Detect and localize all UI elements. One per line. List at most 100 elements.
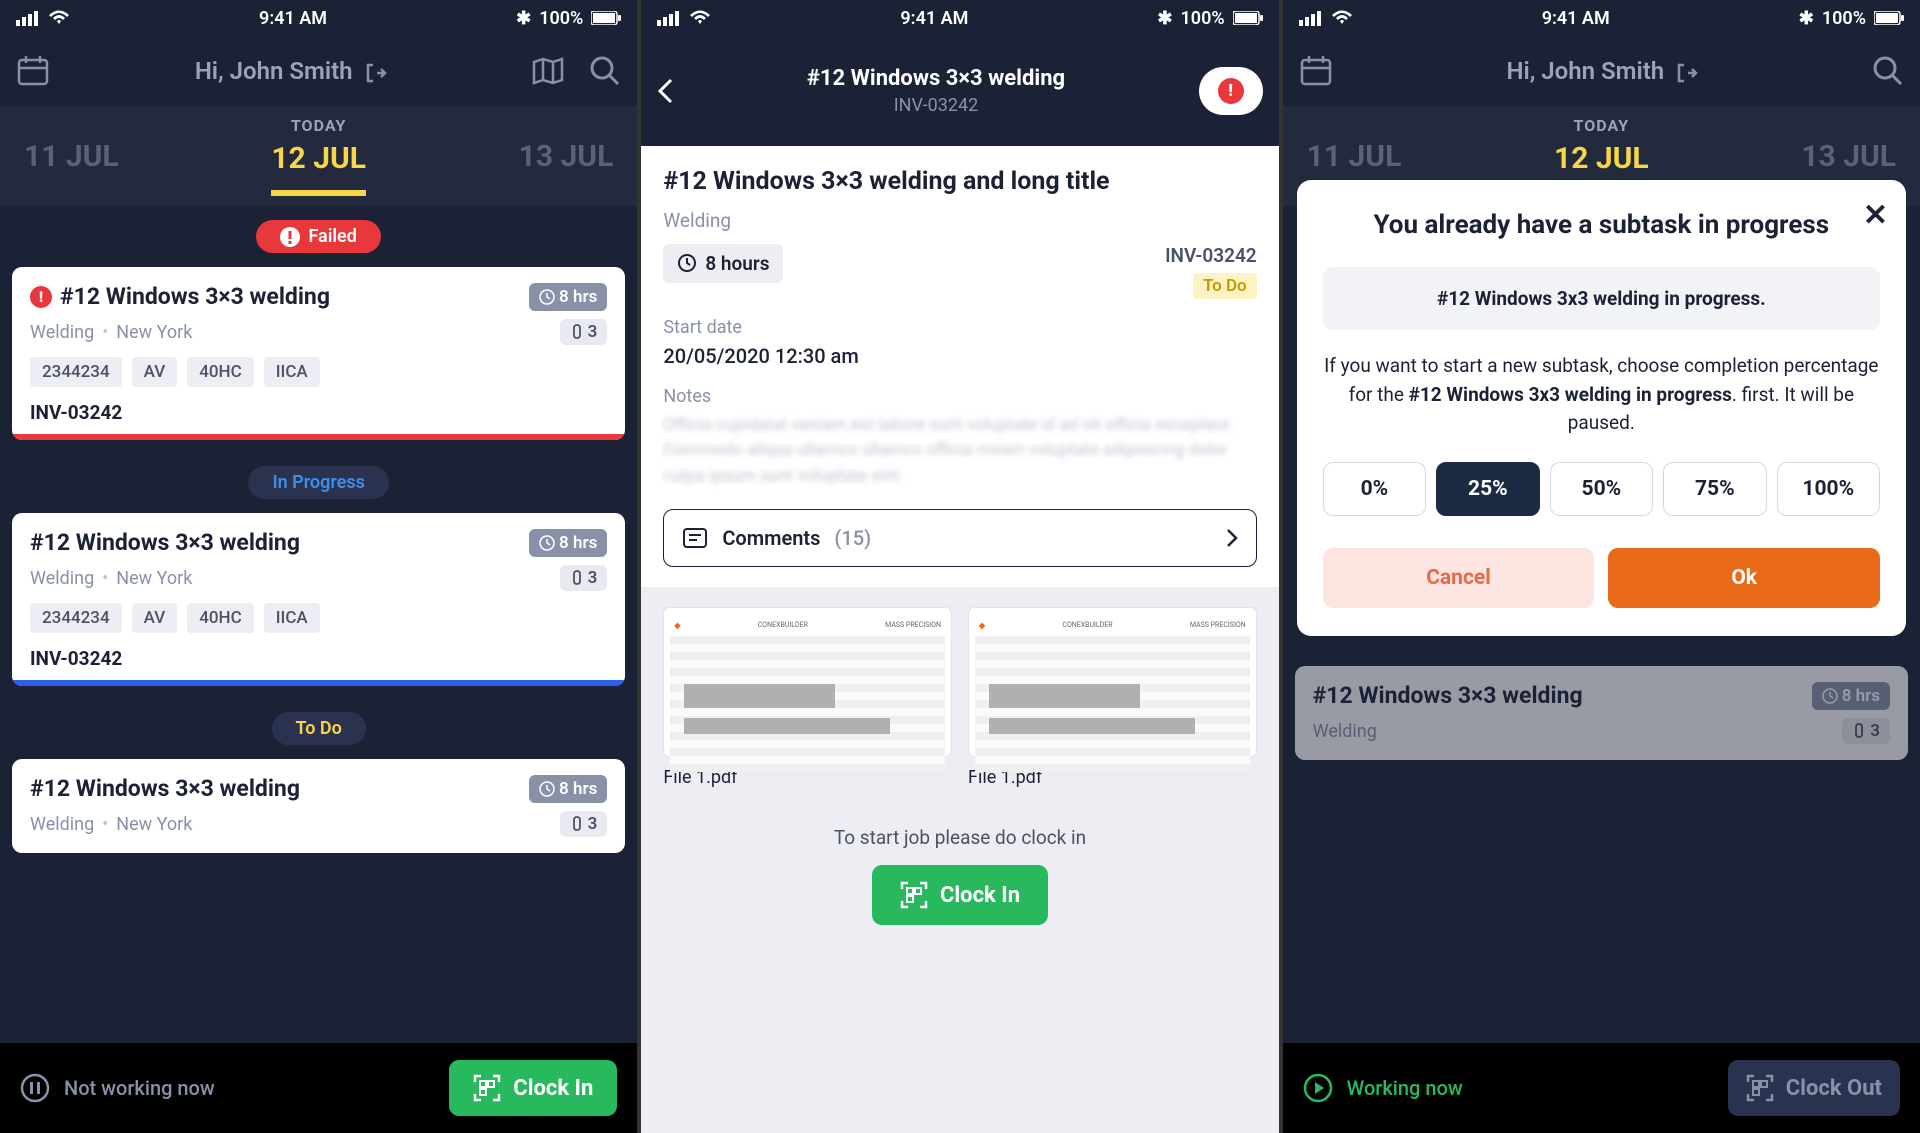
thumb-brand: CONEXBUILDER <box>1062 621 1112 629</box>
bluetooth-icon: ✱ <box>1799 8 1814 29</box>
task-title: #12 Windows 3×3 welding <box>30 775 300 802</box>
todo-label: To Do <box>296 718 342 739</box>
hours-badge: 8 hrs <box>529 283 607 311</box>
search-icon[interactable] <box>1872 55 1904 87</box>
status-left <box>16 10 70 26</box>
app-header: Hi, John Smith <box>0 36 637 106</box>
date-next[interactable]: 13 JUL <box>519 139 614 174</box>
ok-button[interactable]: Ok <box>1608 548 1880 608</box>
files-row: ◆CONEXBUILDERMASS PRECISION File 1.pdf ◆… <box>641 587 1278 808</box>
comments-count: (15) <box>834 526 871 550</box>
task-card-progress[interactable]: #12 Windows 3×3 welding 8 hrs Welding • … <box>12 513 625 686</box>
bottom-bar: Not working now Clock In <box>0 1043 637 1133</box>
attachment-badge: 3 <box>560 811 608 837</box>
battery-icon <box>1233 11 1263 25</box>
detail-body: #12 Windows 3×3 welding and long title W… <box>641 146 1278 587</box>
notes-text: Officia cupidatat veniam est labore sunt… <box>663 413 1256 490</box>
tag: IICA <box>264 357 320 387</box>
att-count: 3 <box>588 568 598 588</box>
file-thumb: ◆CONEXBUILDERMASS PRECISION <box>968 607 1257 757</box>
inv-block: INV-03242 To Do <box>1165 244 1257 299</box>
header-title: #12 Windows 3×3 welding <box>673 66 1198 91</box>
progress-label: In Progress <box>272 472 364 493</box>
file-item[interactable]: ◆CONEXBUILDERMASS PRECISION File 1.pdf <box>663 607 952 788</box>
task-title: #12 Windows 3×3 welding <box>1313 682 1583 709</box>
task-location: New York <box>116 568 192 589</box>
calendar-icon[interactable] <box>16 54 50 88</box>
paperclip-icon <box>570 324 584 340</box>
task-subtitle: Welding • New York 3 <box>30 811 607 837</box>
logout-icon[interactable] <box>1676 62 1698 84</box>
att-count: 3 <box>1870 721 1880 741</box>
app-header: Hi, John Smith <box>1283 36 1920 106</box>
clock-hint: To start job please do clock in <box>663 826 1256 849</box>
battery-pct: 100% <box>1181 8 1225 29</box>
greeting-text: Hi, John Smith <box>1506 57 1664 85</box>
status-time: 9:41 AM <box>259 8 327 29</box>
comments-label: Comments <box>722 526 820 550</box>
date-selector[interactable]: 11 JUL TODAY 12 JUL 13 JUL <box>0 106 637 206</box>
close-icon[interactable]: ✕ <box>1863 198 1888 233</box>
clock-out-button[interactable]: Clock Out <box>1728 1060 1900 1116</box>
section-todo: To Do <box>272 712 366 745</box>
pct-75[interactable]: 75% <box>1663 462 1766 516</box>
hours-text: 8 hrs <box>1842 686 1880 706</box>
file-thumb: ◆CONEXBUILDERMASS PRECISION <box>663 607 952 757</box>
clock-in-button[interactable]: Clock In <box>449 1060 617 1116</box>
pct-25[interactable]: 25% <box>1436 462 1539 516</box>
search-icon[interactable] <box>589 55 621 87</box>
paperclip-icon <box>1852 723 1866 739</box>
start-label: Start date <box>663 317 1256 338</box>
alert-button[interactable]: ! <box>1199 67 1263 115</box>
hours-text: 8 hrs <box>559 287 597 307</box>
file-item[interactable]: ◆CONEXBUILDERMASS PRECISION File 1.pdf <box>968 607 1257 788</box>
task-tags: 2344234 AV 40HC IICA <box>30 603 607 633</box>
task-title: #12 Windows 3×3 welding and long title <box>663 166 1256 199</box>
comments-row[interactable]: Comments (15) <box>663 509 1256 567</box>
chevron-right-icon <box>1226 528 1238 548</box>
clock-in-button[interactable]: Clock In <box>872 865 1048 925</box>
alert-circle-icon <box>280 227 300 247</box>
date-next[interactable]: 13 JUL <box>1801 139 1896 174</box>
date-current[interactable]: TODAY 12 JUL <box>271 116 366 196</box>
clock-section: To start job please do clock in Clock In <box>641 808 1278 943</box>
task-scroll[interactable]: Failed ! #12 Windows 3×3 welding 8 hrs W… <box>0 206 637 1043</box>
work-status: Not working now <box>20 1073 215 1103</box>
pct-50[interactable]: 50% <box>1550 462 1653 516</box>
pct-100[interactable]: 100% <box>1777 462 1880 516</box>
signal-icon <box>16 10 40 26</box>
back-icon[interactable] <box>657 78 673 104</box>
modal-title: You already have a subtask in progress <box>1323 208 1880 243</box>
comment-icon <box>682 527 708 549</box>
hours-text: 8 hrs <box>559 533 597 553</box>
greeting: Hi, John Smith <box>1506 57 1698 85</box>
cancel-button[interactable]: Cancel <box>1323 548 1595 608</box>
work-status-text: Working now <box>1347 1076 1463 1100</box>
hours-badge: 8 hrs <box>529 529 607 557</box>
inv-number: INV-03242 <box>1165 244 1257 267</box>
calendar-icon[interactable] <box>1299 54 1333 88</box>
task-title: #12 Windows 3×3 welding <box>30 529 300 556</box>
clock-icon <box>539 289 555 305</box>
tag: 40HC <box>187 357 253 387</box>
header-subtitle: INV-03242 <box>673 95 1198 116</box>
screen-task-detail: 9:41 AM ✱100% #12 Windows 3×3 welding IN… <box>641 0 1278 1133</box>
battery-pct: 100% <box>539 8 583 29</box>
status-chip: To Do <box>1193 273 1257 299</box>
today-label: TODAY <box>271 116 366 135</box>
tag: 2344234 <box>30 603 122 633</box>
task-card-todo[interactable]: #12 Windows 3×3 welding 8 hrs Welding • … <box>12 759 625 853</box>
status-time: 9:41 AM <box>900 8 968 29</box>
map-icon[interactable] <box>531 56 565 86</box>
task-title-text: #12 Windows 3×3 welding <box>60 283 330 310</box>
status-bar: 9:41 AM ✱100% <box>641 0 1278 36</box>
modal-text-bold: #12 Windows 3x3 welding in progress <box>1409 383 1732 406</box>
tag: AV <box>132 603 178 633</box>
task-card-failed[interactable]: ! #12 Windows 3×3 welding 8 hrs Welding … <box>12 267 625 440</box>
date-prev[interactable]: 11 JUL <box>24 139 119 174</box>
pct-0[interactable]: 0% <box>1323 462 1426 516</box>
date-prev[interactable]: 11 JUL <box>1307 139 1402 174</box>
greeting: Hi, John Smith <box>195 57 387 85</box>
logout-icon[interactable] <box>365 62 387 84</box>
section-progress: In Progress <box>248 466 388 499</box>
